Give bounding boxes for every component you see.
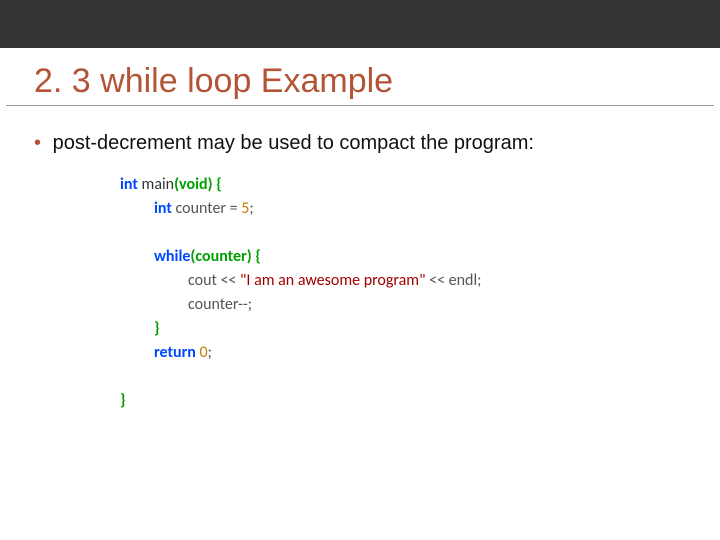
code-line: while(counter) {: [120, 245, 720, 269]
code-text: << endl;: [426, 271, 482, 290]
brace-close: }: [120, 391, 126, 410]
brace-close: }: [154, 319, 160, 338]
number-literal: 0: [199, 343, 207, 362]
kw-int: int: [154, 199, 172, 218]
code-text: counter =: [172, 199, 241, 218]
code-line: }: [120, 389, 720, 413]
code-text: cout <<: [188, 271, 240, 290]
code-line: }: [120, 317, 720, 341]
paren-counter: (counter): [190, 247, 251, 266]
code-block: int main(void) { int counter = 5; while(…: [0, 155, 720, 413]
blank-line: [120, 365, 720, 389]
code-line: return 0;: [120, 341, 720, 365]
kw-return: return: [154, 343, 196, 362]
code-text: counter--;: [188, 295, 252, 314]
code-line: int main(void) {: [120, 173, 720, 197]
bullet-line: • post-decrement may be used to compact …: [0, 106, 720, 155]
code-line: counter--;: [120, 293, 720, 317]
brace-open: {: [213, 175, 222, 194]
code-line: int counter = 5;: [120, 197, 720, 221]
bullet-icon: •: [34, 132, 41, 154]
kw-while: while: [154, 247, 190, 266]
bullet-text: post-decrement may be used to compact th…: [53, 132, 534, 154]
brace-open: {: [252, 247, 261, 266]
fn-main: main: [138, 175, 174, 194]
code-line: cout << "I am an awesome program" << end…: [120, 269, 720, 293]
top-bar: [0, 0, 720, 48]
semicolon: ;: [208, 343, 212, 362]
semicolon: ;: [249, 199, 253, 218]
slide-title: 2. 3 while loop Example: [6, 48, 714, 106]
string-literal: "I am an awesome program": [240, 271, 425, 290]
paren-void: (void): [174, 175, 213, 194]
blank-line: [120, 221, 720, 245]
kw-int: int: [120, 175, 138, 194]
